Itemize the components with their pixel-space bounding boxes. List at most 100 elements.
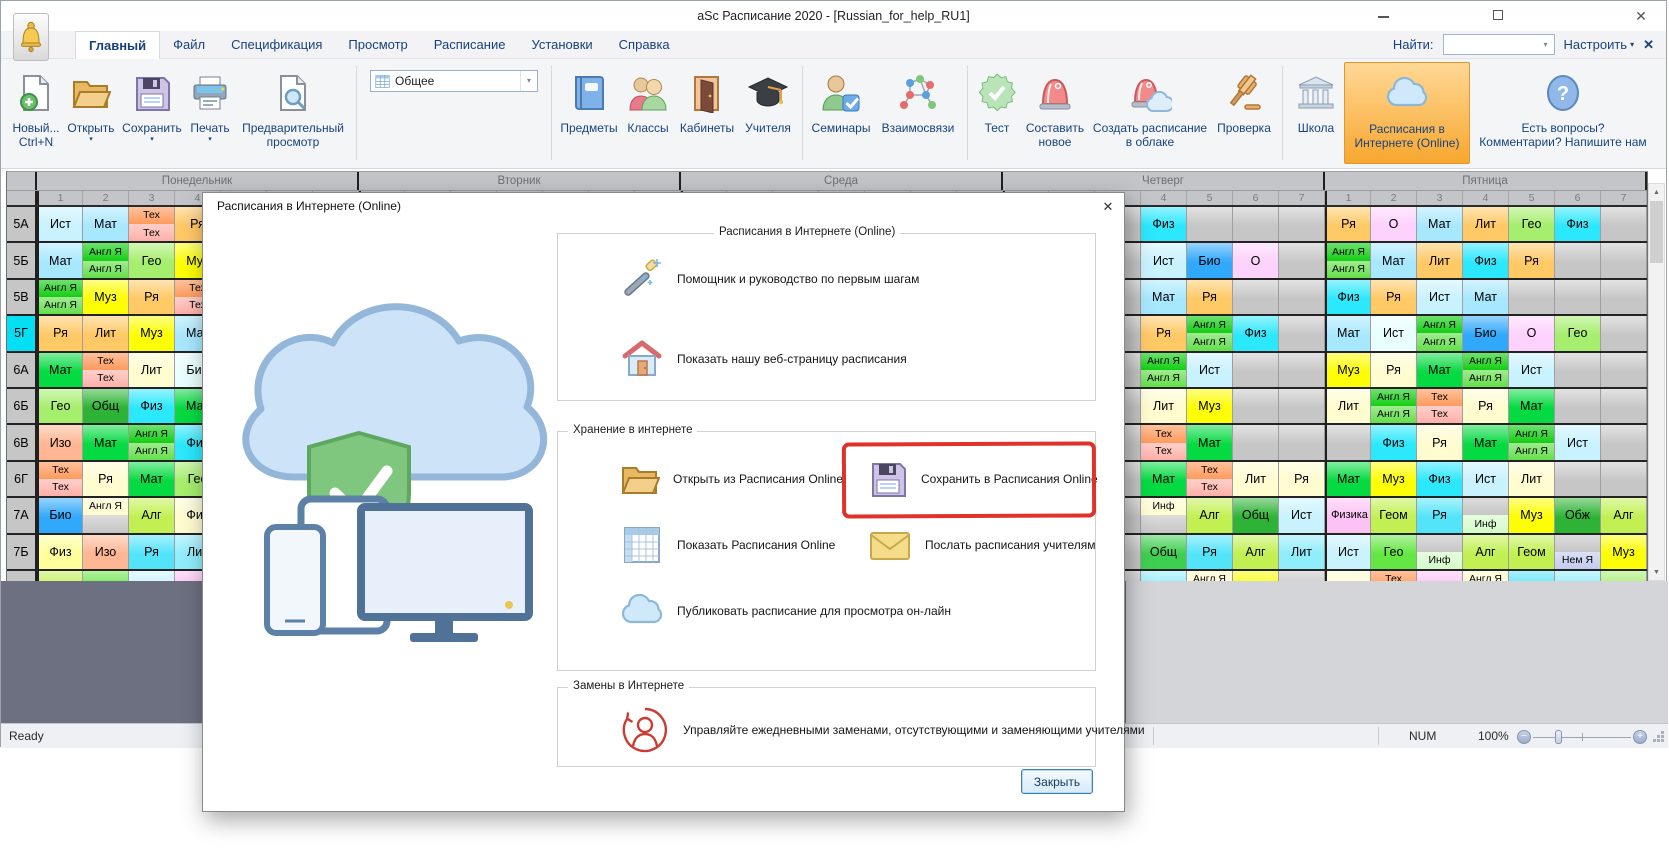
timetable-cell[interactable]: Лит (1509, 462, 1555, 496)
timetable-cell[interactable]: Муз (1325, 353, 1371, 387)
timetable-cell[interactable]: Лит (1141, 389, 1187, 423)
timetable-cell[interactable]: Обж (1555, 498, 1601, 532)
timetable-cell[interactable]: Ря (1325, 207, 1371, 241)
tab-Расписание[interactable]: Расписание (421, 31, 519, 59)
timetable-cell[interactable] (1233, 389, 1279, 423)
timetable-cell[interactable] (1601, 425, 1647, 459)
timetable-cell[interactable]: Мат (1325, 316, 1371, 350)
timetable-cell[interactable]: Физ (1555, 207, 1601, 241)
dialog-close-icon[interactable]: ✕ (1096, 196, 1120, 217)
ribbon-button-open[interactable]: Открыть▾ (63, 62, 119, 144)
timetable-cell[interactable]: Англ ЯАнгл Я (1325, 243, 1371, 277)
timetable-cell[interactable]: Ря (1187, 280, 1233, 314)
timetable-cell[interactable]: Англ ЯАнгл Я (1371, 389, 1417, 423)
timetable-cell[interactable]: Общ (83, 389, 129, 423)
timetable-cell[interactable]: Англ ЯАнгл Я (1509, 425, 1555, 459)
timetable-cell[interactable]: Мат (1325, 462, 1371, 496)
timetable-cell[interactable]: Ря (1187, 535, 1233, 569)
timetable-cell[interactable]: Гео (129, 243, 175, 277)
timetable-cell[interactable]: Ря (129, 280, 175, 314)
timetable-cell[interactable] (1601, 207, 1647, 241)
timetable-cell[interactable]: Алг (1463, 535, 1509, 569)
timetable-cell[interactable]: Лит (129, 353, 175, 387)
ribbon-button-test[interactable]: Тест (973, 62, 1021, 135)
dialog-action-grid-table[interactable]: Показать Расписания Online (558, 512, 858, 578)
timetable-cell[interactable]: Био (1187, 243, 1233, 277)
timetable-cell[interactable]: ТехТех (1417, 389, 1463, 423)
timetable-cell[interactable]: Ист (1417, 280, 1463, 314)
timetable-cell[interactable]: Мат (1509, 389, 1555, 423)
timetable-cell[interactable]: Англ ЯАнгл Я (1463, 353, 1509, 387)
scroll-down-icon[interactable]: ▼ (1649, 564, 1664, 580)
timetable-cell[interactable] (1233, 280, 1279, 314)
zoom-slider[interactable]: − + (1517, 730, 1647, 744)
timetable-cell[interactable]: Англ Я (83, 498, 129, 532)
timetable-cell[interactable]: Нем Я (1555, 535, 1601, 569)
timetable-cell[interactable] (1601, 280, 1647, 314)
close-icon[interactable]: ✕ (1631, 6, 1651, 26)
timetable-cell[interactable]: Лит (83, 316, 129, 350)
timetable-cell[interactable] (1601, 316, 1647, 350)
timetable-cell[interactable]: Ря (1371, 280, 1417, 314)
vertical-scrollbar[interactable]: ▲ ▼ (1648, 183, 1665, 581)
dialog-action-open-folder[interactable]: Открыть из Расписания Online (558, 446, 858, 512)
timetable-cell[interactable]: Лит (1417, 243, 1463, 277)
timetable-cell[interactable]: Лит (1463, 207, 1509, 241)
class-row-header[interactable]: 5В (7, 280, 37, 314)
timetable-cell[interactable]: Физ (1141, 207, 1187, 241)
timetable-cell[interactable] (1601, 462, 1647, 496)
maximize-icon[interactable] (1488, 6, 1508, 26)
timetable-cell[interactable]: Мат (1187, 425, 1233, 459)
zoom-out-icon[interactable]: − (1517, 730, 1531, 744)
tab-Установки[interactable]: Установки (518, 31, 605, 59)
timetable-cell[interactable] (1509, 280, 1555, 314)
dialog-action-person-sync[interactable]: Управляйте ежедневными заменами, отсутст… (558, 702, 1095, 758)
timetable-cell[interactable]: Гео (37, 389, 83, 423)
ribbon-close-icon[interactable]: ✕ (1643, 37, 1654, 53)
timetable-cell[interactable]: Мат (1417, 207, 1463, 241)
minimize-icon[interactable] (1373, 6, 1393, 26)
timetable-cell[interactable]: Инф (1463, 498, 1509, 532)
view-selector-dropdown[interactable]: Общее▾ (370, 70, 538, 92)
timetable-cell[interactable]: Ря (1141, 316, 1187, 350)
ribbon-button-seminars[interactable]: Семинары (808, 62, 874, 135)
timetable-cell[interactable]: Био (1463, 316, 1509, 350)
timetable-cell[interactable]: Изо (37, 425, 83, 459)
timetable-cell[interactable] (1555, 280, 1601, 314)
timetable-cell[interactable]: Мат (1463, 280, 1509, 314)
timetable-cell[interactable]: Мат (1463, 425, 1509, 459)
timetable-cell[interactable]: Геом (1509, 535, 1555, 569)
timetable-cell[interactable] (1555, 462, 1601, 496)
timetable-cell[interactable] (1601, 243, 1647, 277)
ribbon-button-new[interactable]: Новый...Ctrl+N (9, 62, 63, 149)
timetable-cell[interactable]: Ря (1417, 498, 1463, 532)
resize-grip-icon[interactable] (1652, 730, 1665, 746)
ribbon-button-classrooms[interactable]: Кабинеты (675, 62, 739, 135)
timetable-cell[interactable]: О (1509, 316, 1555, 350)
timetable-cell[interactable]: Алг (129, 498, 175, 532)
timetable-cell[interactable] (1555, 389, 1601, 423)
timetable-cell[interactable] (1325, 425, 1371, 459)
timetable-cell[interactable]: Мат (1417, 353, 1463, 387)
timetable-cell[interactable]: Мат (83, 425, 129, 459)
timetable-cell[interactable] (1279, 389, 1325, 423)
ribbon-button-save[interactable]: Сохранить▾ (119, 62, 185, 144)
ribbon-button-generate[interactable]: Составитьновое (1021, 62, 1089, 149)
class-row-header[interactable]: 6Б (7, 389, 37, 423)
timetable-cell[interactable] (1555, 243, 1601, 277)
ribbon-button-subjects[interactable]: Предметы (557, 62, 621, 135)
timetable-cell[interactable]: Био (37, 498, 83, 532)
timetable-cell[interactable]: Алг (1187, 498, 1233, 532)
timetable-cell[interactable]: Англ ЯАнгл Я (1187, 316, 1233, 350)
timetable-cell[interactable]: Ря (129, 535, 175, 569)
tab-Файл[interactable]: Файл (160, 31, 218, 59)
timetable-cell[interactable] (1233, 353, 1279, 387)
dialog-action-magic-wand[interactable]: Помощник и руководство по первым шагам (558, 244, 1095, 314)
timetable-cell[interactable] (1279, 207, 1325, 241)
class-row-header[interactable]: 5Г (7, 316, 37, 350)
ribbon-button-online[interactable]: Расписания вИнтернете (Online) (1344, 62, 1470, 164)
timetable-cell[interactable]: Ря (83, 462, 129, 496)
timetable-cell[interactable] (1279, 280, 1325, 314)
timetable-cell[interactable] (1601, 389, 1647, 423)
ribbon-button-questions[interactable]: ?Есть вопросы?Комментарии? Напишите нам (1470, 62, 1656, 149)
